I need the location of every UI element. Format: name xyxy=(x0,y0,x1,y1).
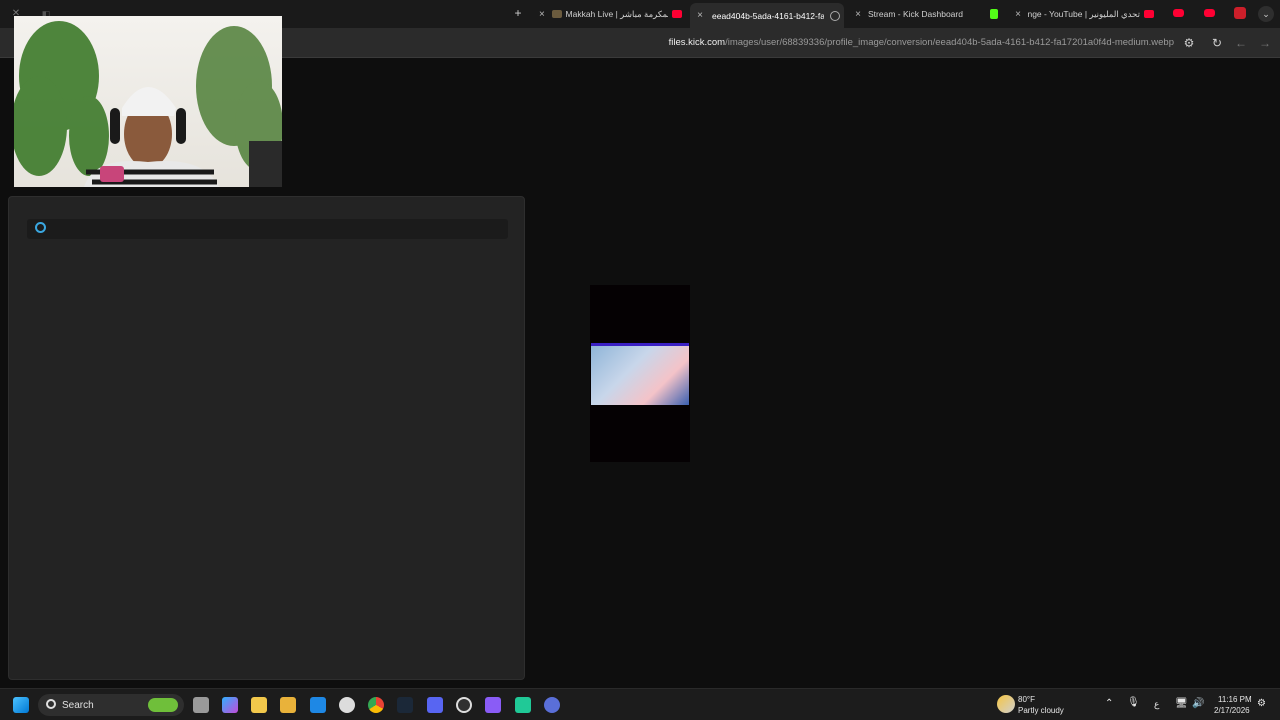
windows-start-icon[interactable] xyxy=(13,697,29,713)
tab-image-file[interactable]: × eead404b-5ada-4161-b412-fa1 xyxy=(690,3,844,28)
globe-icon xyxy=(830,10,840,21)
url-domain: files.kick.com xyxy=(668,37,726,48)
webcam-overlay xyxy=(14,16,282,187)
windows-taskbar: Search 80°F Partly cloudy ⌃ 🎙 ع 🖥 🔊 11:1… xyxy=(0,688,1280,720)
mail-icon[interactable] xyxy=(310,697,326,713)
discord-icon[interactable] xyxy=(427,697,443,713)
youtube-tab-icon[interactable] xyxy=(1173,9,1184,17)
webcam-illustration xyxy=(14,21,282,187)
close-tab-icon[interactable]: × xyxy=(694,10,706,21)
tab-label: تحدي المليونير | Challenge - YouTube xyxy=(1028,8,1140,19)
search-highlight-icon xyxy=(148,698,178,712)
makkah-favicon-icon xyxy=(551,10,562,18)
tab-youtube-challenge[interactable]: × تحدي المليونير | Challenge - YouTube xyxy=(1012,4,1160,24)
back-arrow-icon[interactable]: ← xyxy=(1233,35,1249,51)
tab-label: Stream - Kick Dashboard xyxy=(868,9,963,19)
profile-image-view[interactable] xyxy=(590,285,690,462)
steelseries-icon[interactable] xyxy=(339,697,355,713)
new-tab-button[interactable]: + xyxy=(510,5,526,21)
xbox-app-icon[interactable] xyxy=(515,697,531,713)
close-tab-icon[interactable]: × xyxy=(852,9,864,20)
url-path: /images/user/68839336/profile_image/conv… xyxy=(725,37,1174,48)
weather-temp[interactable]: 80°F xyxy=(1018,695,1035,704)
search-panel xyxy=(8,196,525,680)
taskbar-search[interactable]: Search xyxy=(38,694,184,716)
network-icon[interactable]: 🖥 xyxy=(1175,698,1188,709)
search-label: Search xyxy=(62,699,94,711)
file-explorer-icon[interactable] xyxy=(251,697,267,713)
microsoft-store-icon[interactable] xyxy=(280,697,296,713)
app-icon[interactable] xyxy=(544,697,560,713)
tab-list-chevron-icon[interactable]: ⌄ xyxy=(1258,6,1274,22)
language-indicator[interactable]: ع xyxy=(1154,699,1159,710)
search-icon xyxy=(46,699,56,709)
tab-label: eead404b-5ada-4161-b412-fa1 xyxy=(712,10,824,21)
url-text[interactable]: files.kick.com/images/user/68839336/prof… xyxy=(669,37,1174,48)
kick-icon xyxy=(990,9,998,19)
site-settings-icon[interactable]: ⚙ xyxy=(1181,35,1197,51)
search-input[interactable] xyxy=(27,219,508,239)
microphone-icon[interactable]: 🎙 xyxy=(1127,697,1140,708)
youtube-icon xyxy=(1144,10,1154,18)
reload-icon[interactable]: ↻ xyxy=(1209,35,1225,51)
notification-icon[interactable]: ⚙ xyxy=(1257,698,1266,709)
show-hidden-icons-chevron-icon[interactable]: ⌃ xyxy=(1105,698,1113,709)
tab-kick-dashboard[interactable]: × Stream - Kick Dashboard xyxy=(852,4,1002,24)
forward-arrow-icon[interactable]: → xyxy=(1257,35,1273,51)
close-tab-icon[interactable]: × xyxy=(536,9,548,20)
steam-icon[interactable] xyxy=(397,697,413,713)
clock-time[interactable]: 11:16 PM xyxy=(1218,695,1252,704)
chrome-icon[interactable] xyxy=(368,697,384,713)
clock-date[interactable]: 2/17/2026 xyxy=(1214,706,1250,715)
profile-image xyxy=(591,343,689,405)
search-icon xyxy=(35,222,46,233)
youtube-tab-icon[interactable] xyxy=(1204,9,1215,17)
volume-icon[interactable]: 🔊 xyxy=(1192,698,1204,709)
youtube-logo-tab-icon[interactable] xyxy=(1234,7,1246,19)
gamepad-icon[interactable] xyxy=(485,697,501,713)
task-view-icon[interactable] xyxy=(193,697,209,713)
weather-icon[interactable] xyxy=(997,695,1015,713)
close-tab-icon[interactable]: × xyxy=(1012,9,1024,20)
obs-icon[interactable] xyxy=(456,697,472,713)
tab-label: Makkah Live | قناة مكة المكرمة مباشر xyxy=(565,8,669,19)
youtube-icon xyxy=(672,10,682,18)
tab-makkah-live[interactable]: × Makkah Live | قناة مكة المكرمة مباشر xyxy=(536,4,686,24)
copilot-icon[interactable] xyxy=(222,697,238,713)
weather-desc[interactable]: Partly cloudy xyxy=(1018,706,1064,715)
